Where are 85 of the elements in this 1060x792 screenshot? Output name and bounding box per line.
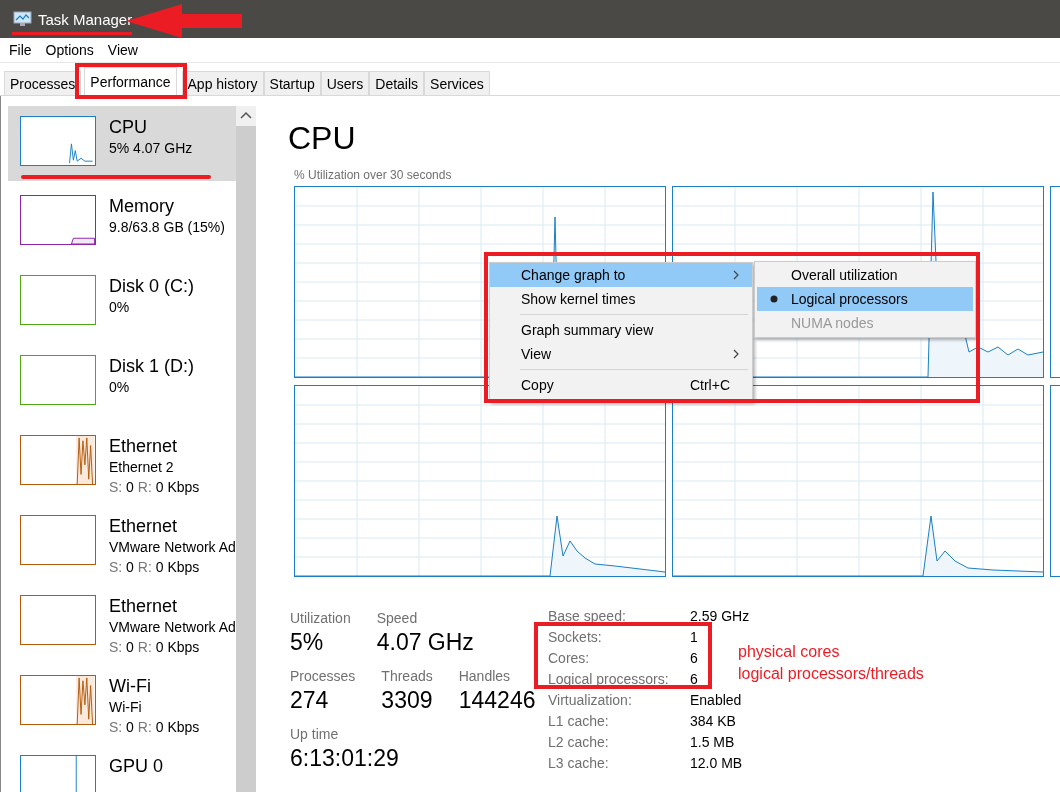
detail-label: Sockets: xyxy=(548,628,603,645)
menu-item[interactable]: Logical processors xyxy=(757,287,973,311)
graph-caption: % Utilization over 30 seconds xyxy=(294,168,453,182)
device-name: Wi-Fi xyxy=(109,675,152,697)
stat-value: 4.07 GHz xyxy=(376,628,474,657)
chevron-icon xyxy=(732,270,740,280)
device-name: Disk 0 (C:) xyxy=(109,275,194,297)
detail-label: L2 cache: xyxy=(548,733,610,750)
menu-item[interactable]: Change graph to xyxy=(490,263,752,287)
menu-item[interactable]: Graph summary view xyxy=(490,318,752,342)
sidebar-item[interactable]: CPU 5% 4.07 GHz xyxy=(8,106,236,181)
stat-label: Threads xyxy=(381,667,433,685)
device-detail: 5% 4.07 GHz xyxy=(109,139,193,158)
device-detail: 9.8/63.8 GB (15%) xyxy=(109,218,225,237)
device-detail: VMware Network Ad xyxy=(109,618,236,637)
sidebar-item[interactable]: Ethernet VMware Network Ad S: 0 R: 0 Kbps xyxy=(8,505,236,581)
detail-label: Cores: xyxy=(548,649,591,666)
monitor-icon xyxy=(12,11,32,27)
stat-label: Utilization xyxy=(290,609,351,627)
device-name: Ethernet xyxy=(109,515,179,537)
menu-item[interactable]: Show kernel times xyxy=(490,287,752,311)
device-detail: VMware Network Ad xyxy=(109,538,236,557)
sidebar-item[interactable]: Wi-Fi Wi-Fi S: 0 R: 0 Kbps xyxy=(8,665,236,741)
tab[interactable]: Startup xyxy=(263,71,321,95)
chevron-icon xyxy=(732,349,740,359)
stat-label: Speed xyxy=(376,609,419,627)
detail-value: Enabled xyxy=(690,691,742,708)
scrollbar[interactable] xyxy=(236,106,256,792)
tab[interactable]: Performance xyxy=(84,67,177,95)
tab[interactable]: App history xyxy=(181,71,264,95)
sidebar-item[interactable]: Memory 9.8/63.8 GB (15%) xyxy=(8,185,236,261)
device-name: GPU 0 xyxy=(109,755,164,777)
stat-value: 3309 xyxy=(381,686,433,715)
menu-item[interactable]: View xyxy=(490,342,752,366)
stat-value: 274 xyxy=(290,686,330,715)
annotation-text: logical processors/threads xyxy=(738,664,924,684)
detail-label: Virtualization: xyxy=(548,691,633,708)
menu-item[interactable]: Overall utilization xyxy=(757,263,973,287)
detail-label: Base speed: xyxy=(548,607,627,624)
scroll-up-icon[interactable] xyxy=(236,106,256,126)
tab[interactable]: Services xyxy=(424,71,490,95)
window-title: Task Manager xyxy=(38,10,133,28)
tab[interactable]: Details xyxy=(369,71,425,95)
stat-label: Handles xyxy=(458,667,512,685)
sidebar-item[interactable]: Ethernet VMware Network Ad S: 0 R: 0 Kbps xyxy=(8,585,236,661)
sidebar-item[interactable]: Ethernet Ethernet 2 S: 0 R: 0 Kbps xyxy=(8,425,236,501)
annotation-text: physical cores xyxy=(738,642,841,662)
page-title: CPU xyxy=(288,120,357,158)
device-name: Ethernet xyxy=(109,595,179,617)
detail-value: 6 xyxy=(690,649,698,666)
detail-value: 6 xyxy=(690,670,698,687)
stat-label: Processes xyxy=(290,667,356,685)
device-detail: 0% xyxy=(109,298,131,317)
device-detail: 0% xyxy=(109,378,131,397)
device-detail: Ethernet 2 xyxy=(109,458,175,477)
device-name: Memory xyxy=(109,195,175,217)
radio-dot-icon xyxy=(770,295,778,303)
network-rate: S: 0 R: 0 Kbps xyxy=(109,638,201,657)
menu-item[interactable]: Copy Ctrl+C xyxy=(490,373,752,397)
tab[interactable]: Processes xyxy=(4,71,82,95)
stat-value: 144246 xyxy=(458,686,536,715)
detail-value: 1 xyxy=(690,628,698,645)
stat-value: 5% xyxy=(290,628,325,657)
menu-item[interactable]: Options xyxy=(45,42,94,58)
detail-label: L3 cache: xyxy=(548,754,610,771)
stat-label: Up time xyxy=(290,725,340,743)
device-name: Ethernet xyxy=(109,435,179,457)
detail-value: 2.59 GHz xyxy=(690,607,750,624)
network-rate: S: 0 R: 0 Kbps xyxy=(109,718,200,737)
menu-item[interactable]: View xyxy=(107,42,138,58)
network-rate: S: 0 R: 0 Kbps xyxy=(109,478,200,497)
network-rate: S: 0 R: 0 Kbps xyxy=(109,558,201,577)
device-name: CPU xyxy=(109,116,148,138)
sidebar-item[interactable]: Disk 1 (D:) 0% xyxy=(8,345,236,421)
sidebar-item[interactable]: GPU 0 xyxy=(8,745,236,792)
detail-value: 1.5 MB xyxy=(690,733,735,750)
detail-value: 384 KB xyxy=(690,712,736,729)
device-name: Disk 1 (D:) xyxy=(109,355,194,377)
detail-value: 12.0 MB xyxy=(690,754,743,771)
device-detail: Wi-Fi xyxy=(109,698,143,717)
stat-value: 6:13:01:29 xyxy=(290,744,399,773)
detail-label: L1 cache: xyxy=(548,712,610,729)
tab[interactable]: Users xyxy=(320,71,370,95)
menu-item[interactable]: File xyxy=(9,42,32,58)
sidebar-item[interactable]: Disk 0 (C:) 0% xyxy=(8,265,236,341)
